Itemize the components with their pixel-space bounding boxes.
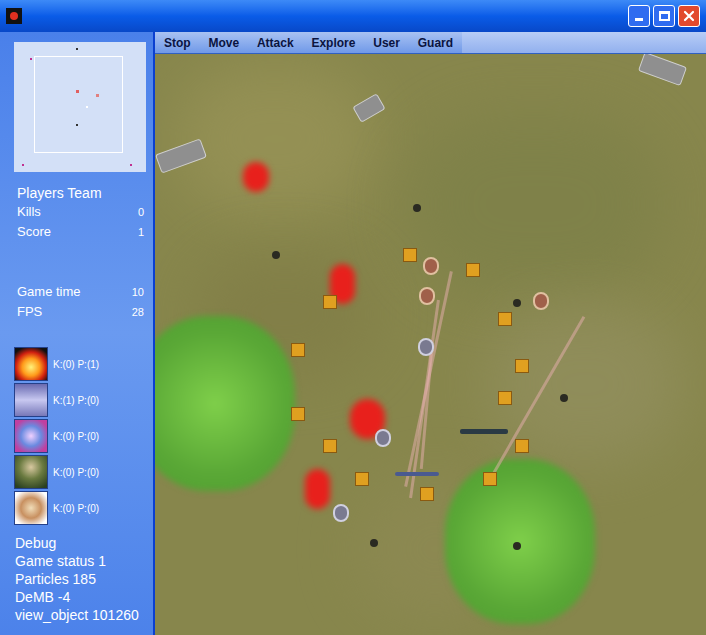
stat-value: 0 xyxy=(138,204,144,221)
unit-sprite xyxy=(533,292,549,310)
title-bar xyxy=(0,0,706,32)
toolbar-button[interactable]: User xyxy=(369,34,404,52)
blood-splash xyxy=(305,469,330,509)
toolbar-button[interactable]: Guard xyxy=(414,34,457,52)
stat-row: Kills 0 xyxy=(0,202,153,222)
stat-value: 1 xyxy=(138,224,144,241)
debug-line: Game status 1 xyxy=(15,552,138,570)
debug-line: Particles 185 xyxy=(15,570,138,588)
crate xyxy=(323,439,337,453)
crate xyxy=(498,312,512,326)
soldier-icon[interactable] xyxy=(14,455,48,489)
hands-icon[interactable] xyxy=(14,491,48,525)
maximize-icon[interactable] xyxy=(653,5,675,27)
close-icon[interactable] xyxy=(678,5,700,27)
team-label: Players Team xyxy=(0,184,153,202)
unit-score: K:(0) P:(1) xyxy=(53,357,99,372)
unit-sprite xyxy=(423,257,439,275)
blood-splash xyxy=(243,162,269,192)
stat-label: Kills xyxy=(17,202,41,222)
stat-label: Score xyxy=(17,222,51,242)
bush xyxy=(445,459,595,624)
app-icon xyxy=(6,8,22,24)
crate xyxy=(466,263,480,277)
debug-line: view_object 101260 xyxy=(15,606,138,624)
unit-sprite xyxy=(418,338,434,356)
stat-row: Game time 10 xyxy=(0,282,153,302)
rifle xyxy=(460,429,508,434)
unit-row[interactable]: K:(0) P:(1) xyxy=(14,346,153,382)
stat-value: 10 xyxy=(132,284,144,301)
unit-score: K:(0) P:(0) xyxy=(53,429,99,444)
debug-line: DeMB -4 xyxy=(15,588,138,606)
debris xyxy=(413,204,421,212)
rifle xyxy=(395,472,439,476)
debris xyxy=(560,394,568,402)
stat-row: Score 1 xyxy=(0,222,153,242)
stat-label: FPS xyxy=(17,302,42,322)
debris xyxy=(370,539,378,547)
debug-line: Debug xyxy=(15,534,138,552)
unit-score: K:(0) P:(0) xyxy=(53,501,99,516)
debris xyxy=(513,542,521,550)
unit-sprite xyxy=(333,504,349,522)
crate xyxy=(403,248,417,262)
unit-row[interactable]: K:(1) P:(0) xyxy=(14,382,153,418)
bush xyxy=(155,316,295,491)
tracer xyxy=(409,300,440,498)
crate xyxy=(291,343,305,357)
toolbar-button[interactable]: Stop xyxy=(160,34,195,52)
toolbar-button[interactable]: Move xyxy=(204,34,243,52)
lightning-icon[interactable] xyxy=(14,383,48,417)
toolbar-button[interactable]: Attack xyxy=(253,34,298,52)
ground-patch xyxy=(405,114,665,294)
toolbar-button[interactable]: Explore xyxy=(307,34,359,52)
minimap[interactable] xyxy=(14,42,146,172)
unit-score: K:(1) P:(0) xyxy=(53,393,99,408)
crate xyxy=(355,472,369,486)
crate xyxy=(420,487,434,501)
game-view[interactable] xyxy=(155,54,706,635)
ground-patch xyxy=(175,64,375,214)
crate xyxy=(323,295,337,309)
crate xyxy=(291,407,305,421)
debris xyxy=(272,251,280,259)
unit-sprite xyxy=(419,287,435,305)
side-panel: Players Team Kills0Score1 Game time10FPS… xyxy=(0,32,153,635)
fire-icon[interactable] xyxy=(14,347,48,381)
stat-row: FPS 28 xyxy=(0,302,153,322)
crate xyxy=(515,439,529,453)
stat-value: 28 xyxy=(132,304,144,321)
command-toolbar: Stop Move Attack Explore User Guard xyxy=(155,32,462,54)
unit-row[interactable]: K:(0) P:(0) xyxy=(14,454,153,490)
stat-label: Game time xyxy=(17,282,81,302)
crate xyxy=(515,359,529,373)
rock xyxy=(638,54,687,86)
magic-icon[interactable] xyxy=(14,419,48,453)
debris xyxy=(513,299,521,307)
crate xyxy=(483,472,497,486)
unit-row[interactable]: K:(0) P:(0) xyxy=(14,418,153,454)
unit-score: K:(0) P:(0) xyxy=(53,465,99,480)
crate xyxy=(498,391,512,405)
minimize-icon[interactable] xyxy=(628,5,650,27)
unit-row[interactable]: K:(0) P:(0) xyxy=(14,490,153,526)
unit-sprite xyxy=(375,429,391,447)
